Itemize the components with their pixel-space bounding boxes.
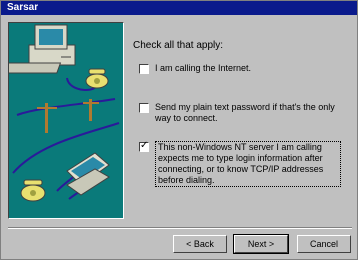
wizard-window: Sarsar Check all that apply: I am callin… bbox=[0, 0, 358, 260]
button-separator bbox=[8, 227, 352, 229]
telephone-icon bbox=[85, 68, 109, 89]
telephone-icon bbox=[20, 179, 46, 202]
plain-text-password-label: Send my plain text password if that's th… bbox=[155, 102, 335, 123]
next-button[interactable]: Next > bbox=[233, 234, 289, 254]
instruction-heading: Check all that apply: bbox=[133, 40, 224, 51]
cancel-button[interactable]: Cancel bbox=[297, 235, 351, 253]
plain-text-password-checkbox[interactable] bbox=[139, 103, 149, 113]
internet-label: I am calling the Internet. bbox=[155, 63, 252, 73]
telephone-pole-icon bbox=[37, 99, 99, 133]
window-title: Sarsar bbox=[7, 2, 39, 13]
option-internet[interactable]: I am calling the Internet. bbox=[139, 63, 251, 74]
computer-icon bbox=[9, 24, 76, 74]
option-non-nt-server[interactable]: ✓ This non-Windows NT server I am callin… bbox=[139, 140, 341, 187]
non-nt-server-checkbox[interactable]: ✓ bbox=[139, 140, 149, 152]
option-plain-text-password[interactable]: Send my plain text password if that's th… bbox=[139, 102, 335, 124]
wizard-illustration bbox=[8, 22, 124, 219]
non-nt-server-label: This non-Windows NT server I am calling … bbox=[155, 141, 341, 187]
internet-checkbox[interactable] bbox=[139, 64, 149, 74]
check-mark-icon: ✓ bbox=[140, 140, 149, 151]
title-bar[interactable]: Sarsar bbox=[1, 1, 357, 15]
network-diagram bbox=[9, 24, 120, 202]
laptop-icon bbox=[66, 152, 110, 196]
back-button[interactable]: < Back bbox=[173, 235, 227, 253]
